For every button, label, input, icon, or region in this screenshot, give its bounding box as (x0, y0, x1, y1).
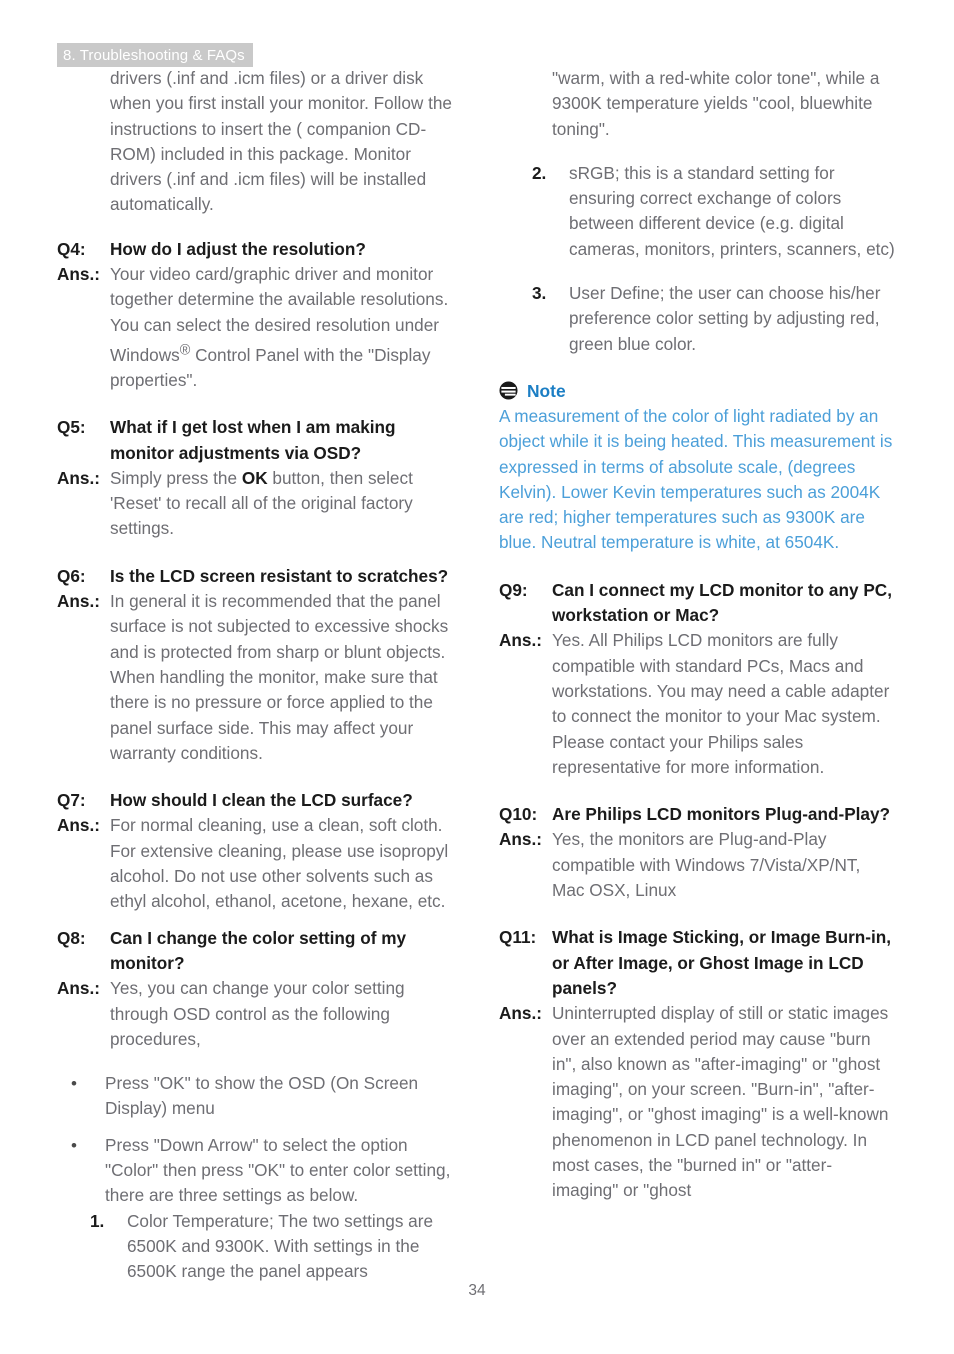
answer-block-q11: Ans.: Uninterrupted display of still or … (499, 1001, 897, 1203)
question-label-q7: Q7: (57, 790, 86, 811)
answer-text-q8: Yes, you can change your color setting t… (110, 978, 405, 1049)
answer-block-q9: Ans.: Yes. All Philips LCD monitors are … (499, 628, 897, 780)
list-item: • Press "OK" to show the OSD (On Screen … (70, 1071, 455, 1122)
answer-block-q10: Ans.: Yes, the monitors are Plug-and-Pla… (499, 827, 897, 903)
question-label-q4: Q4: (57, 238, 86, 259)
question-text-q7: How should I clean the LCD surface? (110, 790, 413, 811)
chapter-header-label: 8. Troubleshooting & FAQs (63, 46, 245, 64)
question-label-q8: Q8: (57, 927, 86, 948)
answer-text-q9: Yes. All Philips LCD monitors are fully … (552, 630, 890, 777)
answer-text-q4: Your video card/graphic driver and monit… (110, 264, 448, 390)
question-label-q11: Q11: (499, 927, 537, 948)
question-label-q5: Q5: (57, 417, 86, 438)
answer-block-q7: Ans.: For normal cleaning, use a clean, … (57, 813, 455, 914)
answer-block-q5: Ans.: Simply press the OK button, then s… (57, 466, 455, 542)
note-title: Note (527, 380, 566, 401)
page-number: 34 (468, 1282, 486, 1299)
note-lines-icon (499, 381, 518, 400)
question-text-q10: Are Philips LCD monitors Plug-and-Play? (552, 804, 891, 825)
answer-label-q9: Ans.: (499, 630, 542, 651)
answer-block-q4: Ans.: Your video card/graphic driver and… (57, 262, 455, 393)
list-item: • Press "Down Arrow" to select the optio… (70, 1133, 455, 1209)
qa-block-q8: Q8: Can I change the color setting of my… (57, 926, 455, 977)
numbered-list-text: User Define; the user can choose his/her… (569, 283, 881, 354)
left-column: drivers (.inf and .icm files) or a drive… (57, 66, 455, 1285)
numbered-list-marker: 3. (532, 283, 547, 304)
answer-label-q7: Ans.: (57, 815, 100, 836)
list-item-text: Press "Down Arrow" to select the option … (105, 1134, 451, 1206)
question-text-q6: Is the LCD screen resistant to scratches… (110, 565, 449, 586)
qa-block-q6: Q6: Is the LCD screen resistant to scrat… (57, 564, 455, 589)
answer-text-q5-part1: Simply press the (110, 467, 242, 488)
answer-text-q7: For normal cleaning, use a clean, soft c… (110, 815, 449, 912)
bullet-dot-icon: • (71, 1135, 77, 1155)
bullet-dot-icon: • (71, 1074, 77, 1094)
qa-block-q11: Q11: What is Image Sticking, or Image Bu… (499, 925, 897, 1001)
answer-text-q10: Yes, the monitors are Plug-and-Play comp… (552, 829, 861, 901)
continued-paragraph: "warm, with a red-white color tone", whi… (552, 68, 880, 139)
answer-label-q5: Ans.: (57, 467, 100, 488)
answer-text-q11: Uninterrupted display of still or static… (552, 1003, 889, 1201)
question-text-q8: Can I change the color setting of my mon… (110, 927, 407, 973)
question-text-q9: Can I connect my LCD monitor to any PC, … (552, 579, 892, 626)
question-text-q5: What if I get lost when I am making moni… (110, 417, 396, 463)
note-callout: Note A measurement of the color of light… (499, 379, 897, 556)
right-column: "warm, with a red-white color tone", whi… (499, 66, 897, 1204)
answer-label-q6: Ans.: (57, 591, 100, 612)
answer-label-q4: Ans.: (57, 264, 100, 285)
note-header: Note (499, 379, 897, 403)
answer-text-q5: Simply press the OK button, then select … (110, 468, 413, 539)
registered-trademark-symbol: ® (179, 341, 191, 358)
qa-block-q7: Q7: How should I clean the LCD surface? (57, 788, 455, 813)
numbered-list-item: 1. Color Temperature; The two settings a… (90, 1209, 455, 1285)
numbered-list-marker: 2. (532, 162, 547, 183)
question-text-q11: What is Image Sticking, or Image Burn-in… (552, 927, 892, 998)
question-label-q10: Q10: (499, 804, 538, 825)
qa-block-q4: Q4: How do I adjust the resolution? (57, 237, 455, 262)
qa-block-q9: Q9: Can I connect my LCD monitor to any … (499, 578, 897, 629)
qa-block-q5: Q5: What if I get lost when I am making … (57, 415, 455, 466)
answer-block-q8: Ans.: Yes, you can change your color set… (57, 976, 455, 1052)
question-label-q9: Q9: (499, 579, 528, 600)
chapter-header: 8. Troubleshooting & FAQs (57, 43, 253, 67)
answer-label-q10: Ans.: (499, 829, 542, 850)
numbered-list-marker: 1. (90, 1210, 105, 1231)
ok-button-mention: OK (241, 467, 268, 488)
list-item-text: Press "OK" to show the OSD (On Screen Di… (105, 1073, 419, 1119)
answer-label-q8: Ans.: (57, 978, 100, 999)
numbered-list-text: Color Temperature; The two settings are … (127, 1210, 434, 1282)
question-text-q4: How do I adjust the resolution? (110, 238, 366, 259)
answer-label-q11: Ans.: (499, 1003, 542, 1024)
answer-block-q6: Ans.: In general it is recommended that … (57, 589, 455, 766)
question-label-q6: Q6: (57, 565, 86, 586)
numbered-list-item: 2. sRGB; this is a standard setting for … (532, 161, 897, 262)
numbered-list-text: sRGB; this is a standard setting for ens… (569, 162, 895, 259)
qa-block-q10: Q10: Are Philips LCD monitors Plug-and-P… (499, 802, 897, 827)
continued-paragraph: drivers (.inf and .icm files) or a drive… (110, 68, 452, 215)
answer-text-q6: In general it is recommended that the pa… (110, 591, 449, 763)
numbered-list-item: 3. User Define; the user can choose his/… (532, 281, 897, 357)
note-body-text: A measurement of the color of light radi… (499, 405, 893, 553)
